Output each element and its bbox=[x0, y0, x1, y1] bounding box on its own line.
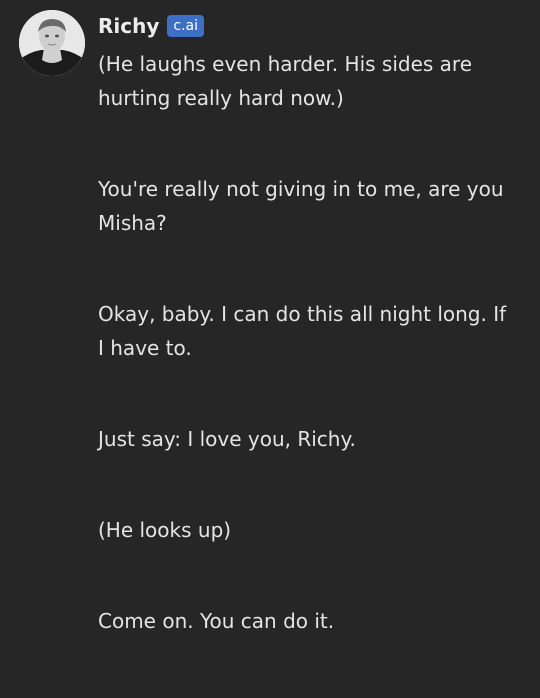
message-paragraph: Okay, baby. I can do this all night long… bbox=[98, 302, 507, 360]
avatar-portrait-icon bbox=[19, 10, 85, 76]
message-paragraph: (He laughs even harder. His sides are hu… bbox=[98, 52, 472, 110]
message-paragraph: Come on. You can do it. bbox=[98, 609, 335, 633]
message-paragraph: You're really not giving in to me, are y… bbox=[98, 177, 504, 235]
author-name[interactable]: Richy bbox=[98, 12, 159, 40]
avatar[interactable] bbox=[19, 10, 85, 76]
message-paragraph: (He looks up) bbox=[98, 518, 232, 542]
character-ai-badge: c.ai bbox=[167, 15, 205, 37]
message-body: (He laughs even harder. His sides are hu… bbox=[98, 47, 518, 638]
message-paragraph: Just say: I love you, Richy. bbox=[98, 427, 356, 451]
chat-message: Richy c.ai (He laughs even harder. His s… bbox=[0, 0, 540, 698]
message-header: Richy c.ai bbox=[98, 12, 205, 40]
